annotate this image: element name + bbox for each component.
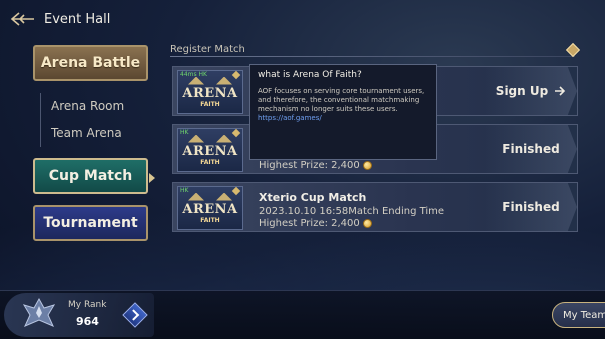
nav-tournament[interactable]: Tournament: [33, 205, 148, 241]
region-tag: 44ms HK: [180, 71, 207, 78]
match-card[interactable]: ARENA FAITH HK Xterio Cup Match 2023.10.…: [172, 182, 578, 232]
status-finished: Finished: [485, 183, 577, 231]
header: Event Hall: [10, 8, 110, 30]
arena-sub-nav: Arena Room Team Arena: [40, 93, 124, 147]
rank-value: 964: [76, 315, 99, 328]
divider: [170, 56, 575, 57]
my-team-button[interactable]: My Team: [552, 302, 605, 328]
aof-tooltip: what is Arena Of Faith? AOF focuses on s…: [249, 64, 437, 160]
back-arrow-icon[interactable]: [10, 10, 36, 28]
tooltip-body: AOF focuses on serving core tournament u…: [258, 87, 425, 122]
rank-emblem-icon: [22, 297, 56, 327]
match-time: 2023.10.10 16:58Match Ending Time: [259, 206, 445, 217]
tooltip-title: what is Arena Of Faith?: [258, 70, 362, 80]
region-tag: HK: [180, 187, 189, 194]
coin-icon: [362, 219, 372, 228]
register-match-label: Register Match: [170, 44, 245, 55]
page-title: Event Hall: [44, 11, 111, 27]
coin-icon: [362, 161, 372, 170]
highest-prize: Highest Prize: 2,400: [259, 218, 372, 229]
highest-prize: Highest Prize: 2,400: [259, 160, 372, 171]
match-title: Xterio Cup Match: [259, 191, 367, 204]
nav-arena-battle[interactable]: Arena Battle: [33, 45, 148, 81]
arrow-right-icon: [555, 86, 566, 96]
rank-label: My Rank: [68, 300, 107, 310]
info-diamond-icon[interactable]: [565, 42, 581, 58]
status-finished: Finished: [485, 125, 577, 173]
nav-cup-match[interactable]: Cup Match: [33, 158, 155, 194]
sign-up-button[interactable]: Sign Up: [485, 67, 577, 115]
region-tag: HK: [180, 129, 189, 136]
status-label: Sign Up: [495, 84, 549, 98]
nav-team-arena[interactable]: Team Arena: [51, 120, 124, 147]
chevron-right-icon: [127, 309, 140, 321]
aof-link[interactable]: https://aof.games/: [258, 114, 322, 122]
nav-arena-room[interactable]: Arena Room: [51, 93, 124, 120]
